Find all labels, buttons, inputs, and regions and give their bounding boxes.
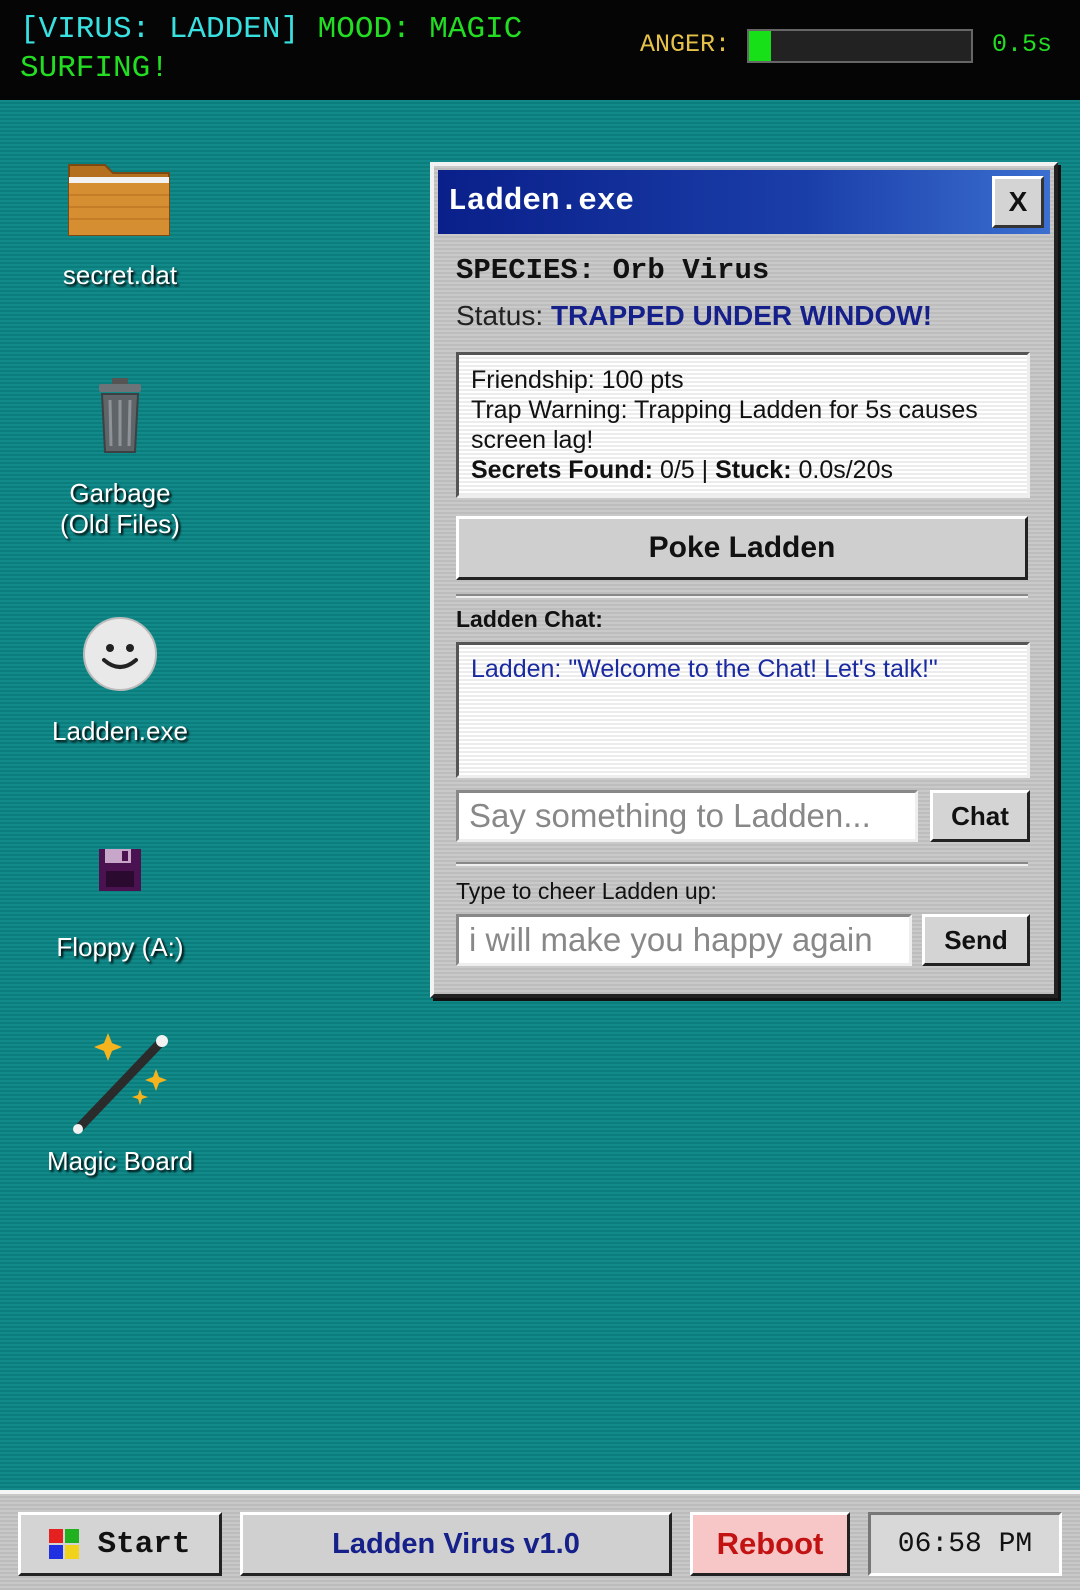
desktop-icon-label: Floppy (A:): [56, 932, 184, 962]
desktop-icon-label: Garbage (Old Files): [60, 478, 180, 539]
secrets-label: Secrets Found:: [471, 456, 653, 484]
trash-icon: [20, 366, 220, 466]
poke-ladden-button[interactable]: Poke Ladden: [456, 516, 1028, 580]
smiley-icon: [20, 604, 220, 704]
species-label: SPECIES: Orb Virus: [456, 254, 770, 287]
reboot-button[interactable]: Reboot: [690, 1512, 850, 1576]
taskbar: Start Ladden Virus v1.0 Reboot 06:58 PM: [0, 1490, 1080, 1590]
virus-tag: [VIRUS: LADDEN]: [20, 12, 300, 47]
chat-button[interactable]: Chat: [930, 790, 1030, 842]
secrets-value: 0/5: [659, 456, 695, 484]
desktop-icon-secret-dat[interactable]: secret.dat: [20, 148, 220, 291]
mood-label: MOOD:: [317, 12, 411, 47]
taskbar-clock: 06:58 PM: [868, 1512, 1062, 1576]
desktop-icon-floppy[interactable]: Floppy (A:): [20, 820, 220, 963]
floppy-disk-icon: [20, 820, 220, 920]
start-label: Start: [97, 1526, 191, 1562]
desktop-icon-label: Ladden.exe: [52, 716, 188, 746]
windows-logo-icon: [49, 1529, 80, 1559]
cheer-input[interactable]: [456, 914, 912, 966]
status-bar: [VIRUS: LADDEN] MOOD: MAGIC SURFING! ANG…: [0, 0, 1080, 100]
desktop-icon-garbage[interactable]: Garbage (Old Files): [20, 366, 220, 540]
virus-mood-readout: [VIRUS: LADDEN] MOOD: MAGIC SURFING!: [20, 10, 580, 88]
chat-log[interactable]: Ladden: "Welcome to the Chat! Let's talk…: [456, 642, 1030, 778]
desktop-icon-ladden-exe[interactable]: Ladden.exe: [20, 604, 220, 747]
close-button[interactable]: X: [992, 176, 1044, 228]
send-button[interactable]: Send: [922, 914, 1030, 966]
desktop-icon-label: secret.dat: [62, 260, 178, 290]
status-value: TRAPPED UNDER WINDOW!: [550, 300, 933, 331]
desktop-icon-magic-board[interactable]: Magic Board: [20, 1033, 220, 1177]
stuck-value: 0.0s/20s: [798, 456, 893, 484]
anger-meter: [747, 29, 973, 63]
taskbar-app-ladden-virus[interactable]: Ladden Virus v1.0: [240, 1512, 672, 1576]
divider: [456, 862, 1028, 866]
start-button[interactable]: Start: [18, 1512, 222, 1576]
secrets-stuck-readout: Secrets Found: 0/5 | Stuck: 0.0s/20s: [471, 455, 1015, 485]
anger-label: ANGER:: [640, 30, 731, 59]
info-panel: Friendship: 100 pts Trap Warning: Trappi…: [456, 352, 1030, 498]
timer-readout: 0.5s: [992, 30, 1053, 59]
folder-icon: [20, 148, 220, 248]
chat-label: Ladden Chat:: [456, 606, 603, 632]
cheer-label: Type to cheer Ladden up:: [456, 878, 717, 904]
friendship-readout: Friendship: 100 pts: [471, 366, 684, 394]
trap-warning: Trap Warning: Trapping Ladden for 5s cau…: [471, 396, 978, 454]
window-title: Ladden.exe: [448, 184, 635, 219]
stuck-label: Stuck:: [715, 456, 792, 484]
status-line: Status: TRAPPED UNDER WINDOW!: [456, 300, 932, 332]
divider: [456, 594, 1028, 598]
status-label: Status:: [456, 300, 544, 331]
anger-meter-fill: [749, 31, 772, 61]
window-title-bar[interactable]: Ladden.exe X: [438, 170, 1050, 234]
chat-input[interactable]: [456, 790, 918, 842]
magic-wand-icon: [20, 1033, 220, 1134]
ladden-window: Ladden.exe X SPECIES: Orb Virus Status: …: [430, 162, 1058, 998]
desktop-icon-label: Magic Board: [47, 1146, 193, 1176]
separator: |: [701, 456, 709, 484]
chat-message: Ladden: "Welcome to the Chat! Let's talk…: [471, 655, 938, 683]
